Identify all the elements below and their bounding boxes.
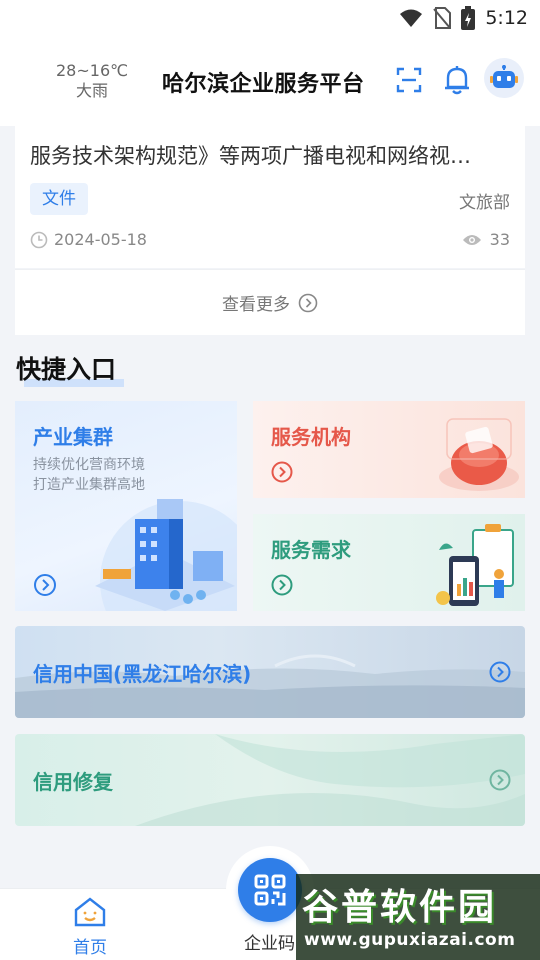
bell-icon <box>445 66 469 95</box>
tile-service-demand[interactable]: 服务需求 <box>253 514 525 611</box>
news-date-row: 2024-05-18 <box>30 230 147 249</box>
battery-icon <box>461 6 476 30</box>
tile-industry-subtitle: 持续优化营商环境 打造产业集群高地 <box>33 455 145 495</box>
demand-clipboard-illustration <box>436 524 514 606</box>
watermark-overlay: 谷普软件园 www.gupuxiazai.com <box>296 874 540 960</box>
eye-icon <box>462 234 481 245</box>
news-title: 服务技术架构规范》等两项广播电视和网络视… <box>30 144 471 168</box>
scan-icon <box>396 67 422 93</box>
home-icon <box>74 897 106 927</box>
weather-widget[interactable]: 28~16℃ 大雨 <box>56 61 128 101</box>
news-category-tag: 文件 <box>30 183 88 215</box>
app-header: 28~16℃ 大雨 哈尔滨企业服务平台 <box>0 36 540 126</box>
status-time: 5:12 <box>485 7 528 29</box>
banner-credit-china-arrow-icon <box>489 661 511 683</box>
weather-description: 大雨 <box>75 81 108 100</box>
clock-icon <box>30 231 48 248</box>
weather-temperature: 28~16℃ <box>56 61 129 80</box>
scan-button[interactable] <box>393 64 425 96</box>
news-item[interactable]: 服务技术架构规范》等两项广播电视和网络视… 文件 文旅部 2024-05-18 … <box>15 126 525 268</box>
view-more-label: 查看更多 <box>222 295 290 315</box>
city-buildings-illustration <box>95 499 237 611</box>
status-bar: 5:12 <box>0 0 540 36</box>
nav-enterprise-code-label: 企业码 <box>244 934 295 954</box>
tile-demand-arrow-icon <box>271 574 293 596</box>
news-views-row: 33 <box>462 230 510 249</box>
news-view-count: 33 <box>489 230 510 249</box>
robot-icon <box>490 65 518 88</box>
tile-service-institution[interactable]: 服务机构 <box>253 401 525 498</box>
news-source: 文旅部 <box>459 193 510 213</box>
wifi-icon <box>400 9 423 27</box>
notification-button[interactable] <box>441 64 473 96</box>
qr-code-icon <box>254 874 286 906</box>
news-date: 2024-05-18 <box>54 230 147 249</box>
tile-industry-cluster[interactable]: 产业集群 持续优化营商环境 打造产业集群高地 <box>15 401 237 611</box>
watermark-url: www.gupuxiazai.com <box>304 930 516 950</box>
tile-industry-title: 产业集群 <box>33 425 113 449</box>
enterprise-code-button[interactable] <box>238 858 302 922</box>
banner-credit-china-label: 信用中国(黑龙江哈尔滨) <box>33 662 252 686</box>
banner-credit-repair[interactable]: 信用修复 <box>15 734 525 826</box>
tile-industry-arrow-icon <box>34 574 56 596</box>
banner-credit-repair-label: 信用修复 <box>33 770 113 794</box>
banner-credit-china[interactable]: 信用中国(黑龙江哈尔滨) <box>15 626 525 718</box>
tile-industry-subtitle-line1: 持续优化营商环境 <box>33 457 145 473</box>
tile-institution-title: 服务机构 <box>271 425 351 449</box>
nav-home[interactable]: 首页 <box>60 897 120 958</box>
tile-demand-title: 服务需求 <box>271 538 351 562</box>
view-more-button[interactable]: 查看更多 <box>15 269 525 335</box>
assistant-robot-button[interactable] <box>484 58 524 98</box>
no-sim-icon <box>433 7 452 29</box>
chevron-right-circle-icon <box>298 293 318 312</box>
page-title: 哈尔滨企业服务平台 <box>162 72 365 97</box>
nav-home-label: 首页 <box>73 938 107 958</box>
tile-institution-arrow-icon <box>271 461 293 483</box>
quick-entry-heading: 快捷入口 <box>16 350 124 387</box>
watermark-brand: 谷普软件园 <box>302 886 498 928</box>
quick-entry-title: 快捷入口 <box>16 355 117 384</box>
banner-credit-repair-arrow-icon <box>489 769 511 791</box>
institution-badge-illustration <box>439 418 519 491</box>
